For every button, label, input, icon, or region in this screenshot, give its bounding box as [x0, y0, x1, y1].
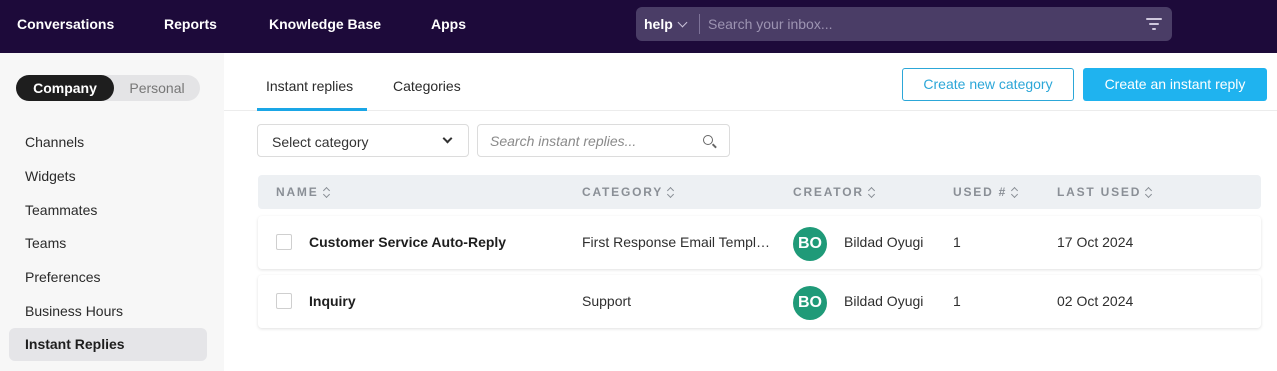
avatar: BO	[793, 227, 827, 261]
reply-last-used: 02 Oct 2024	[1057, 293, 1134, 309]
sidebar-item-preferences[interactable]: Preferences	[9, 261, 207, 294]
avatar: BO	[793, 286, 827, 320]
reply-name[interactable]: Customer Service Auto-Reply	[309, 234, 506, 250]
nav-conversations[interactable]: Conversations	[17, 16, 114, 32]
column-header-last-used[interactable]: LAST USED	[1057, 185, 1152, 199]
column-header-used[interactable]: USED #	[953, 185, 1018, 199]
instant-replies-search-input[interactable]	[490, 131, 690, 151]
chevron-down-icon	[442, 133, 453, 144]
active-tab-indicator	[257, 108, 367, 111]
sidebar-item-teams[interactable]: Teams	[9, 227, 207, 260]
category-select-value: Select category	[272, 134, 369, 150]
top-nav-bar: Conversations Reports Knowledge Base App…	[0, 0, 1277, 53]
toggle-company[interactable]: Company	[16, 75, 114, 101]
sort-icon	[1011, 187, 1018, 197]
reply-creator: Bildad Oyugi	[844, 234, 924, 250]
nav-knowledge-base[interactable]: Knowledge Base	[269, 16, 381, 32]
search-scope-label: help	[644, 16, 673, 32]
reply-creator: Bildad Oyugi	[844, 293, 924, 309]
nav-apps[interactable]: Apps	[431, 16, 466, 32]
reply-used-count: 1	[953, 293, 961, 309]
table-header: NAME CATEGORY CREATOR USED # LAST USED	[258, 175, 1261, 209]
create-instant-reply-button[interactable]: Create an instant reply	[1083, 68, 1267, 101]
tab-instant-replies[interactable]: Instant replies	[266, 78, 353, 94]
instant-replies-search	[477, 124, 730, 157]
reply-category: Support	[582, 293, 632, 309]
row-checkbox[interactable]	[276, 234, 292, 250]
table-row[interactable]: Inquiry Support BO Bildad Oyugi 1 02 Oct…	[258, 275, 1261, 328]
search-icon[interactable]	[703, 135, 717, 149]
sidebar-item-widgets[interactable]: Widgets	[9, 160, 207, 193]
tabs-divider	[224, 110, 1277, 111]
chevron-down-icon	[677, 17, 688, 28]
nav-reports[interactable]: Reports	[164, 16, 217, 32]
sort-icon	[667, 187, 674, 197]
filter-icon[interactable]	[1146, 17, 1162, 31]
sidebar-item-instant-replies[interactable]: Instant Replies	[9, 328, 207, 361]
sidebar-item-teammates[interactable]: Teammates	[9, 194, 207, 227]
tab-categories[interactable]: Categories	[393, 78, 461, 94]
reply-name[interactable]: Inquiry	[309, 293, 356, 309]
settings-sidebar: Company Personal Channels Widgets Teamma…	[0, 53, 224, 371]
sort-icon	[868, 187, 875, 197]
toggle-personal[interactable]: Personal	[114, 75, 200, 101]
inbox-search-input[interactable]	[708, 11, 1128, 37]
row-checkbox[interactable]	[276, 293, 292, 309]
column-header-creator[interactable]: CREATOR	[793, 185, 875, 199]
company-personal-toggle: Company Personal	[16, 75, 200, 101]
sidebar-item-channels[interactable]: Channels	[9, 126, 207, 159]
reply-category: First Response Email Templates	[582, 234, 774, 250]
create-new-category-button[interactable]: Create new category	[902, 68, 1074, 101]
reply-used-count: 1	[953, 234, 961, 250]
reply-last-used: 17 Oct 2024	[1057, 234, 1134, 250]
column-header-category[interactable]: CATEGORY	[582, 185, 674, 199]
sort-icon	[323, 187, 330, 197]
divider	[699, 14, 700, 34]
search-scope-dropdown[interactable]: help	[644, 16, 688, 32]
global-search-bar: help	[636, 7, 1172, 41]
sidebar-item-business-hours[interactable]: Business Hours	[9, 295, 207, 328]
table-row[interactable]: Customer Service Auto-Reply First Respon…	[258, 216, 1261, 269]
category-select[interactable]: Select category	[257, 124, 469, 157]
column-header-name[interactable]: NAME	[276, 185, 330, 199]
sort-icon	[1145, 187, 1152, 197]
